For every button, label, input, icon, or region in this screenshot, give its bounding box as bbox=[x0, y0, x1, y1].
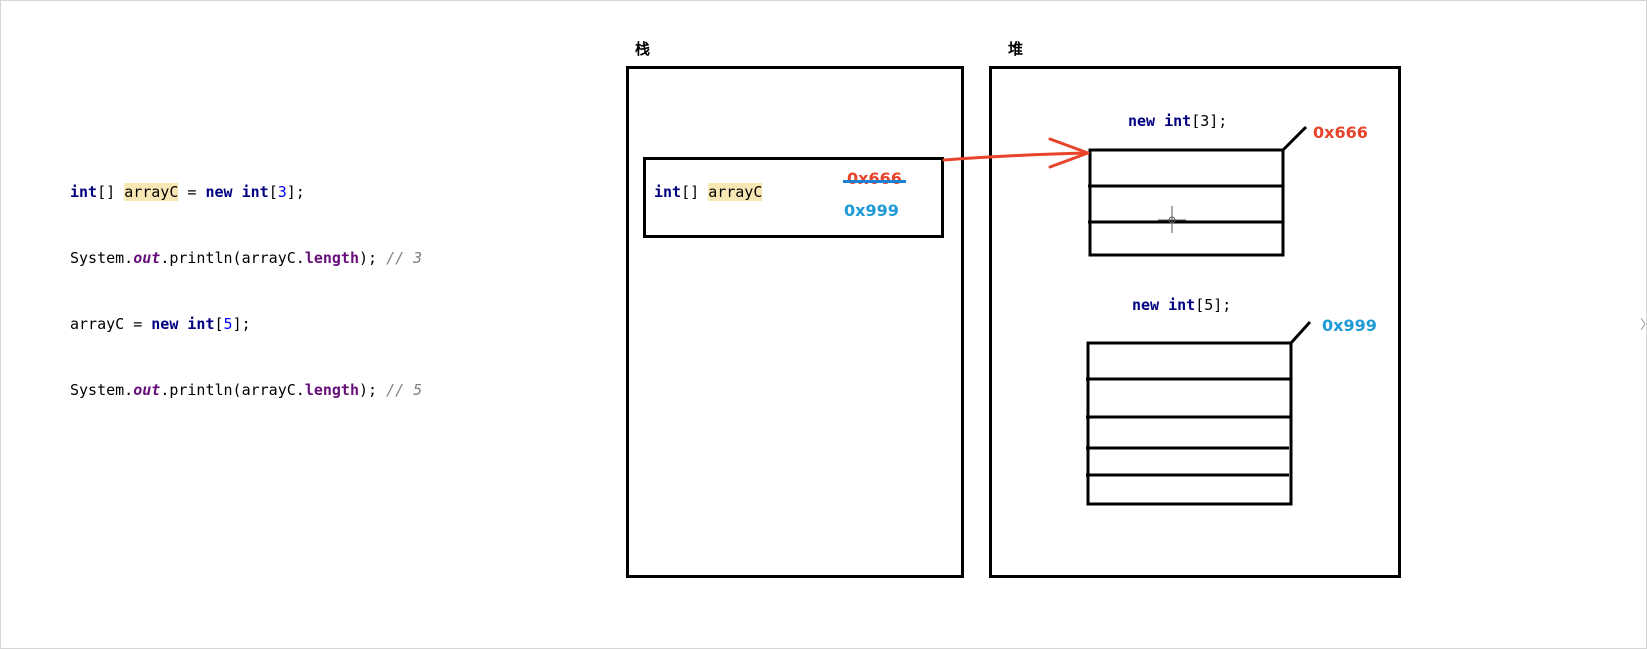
diagram-drawing bbox=[942, 125, 1646, 506]
array-1-address-leader bbox=[1281, 125, 1308, 152]
array-2-outline bbox=[1086, 341, 1293, 506]
array-1-outline bbox=[1088, 148, 1285, 257]
edge-marker-icon bbox=[1640, 317, 1646, 331]
array-1-cells bbox=[1088, 125, 1308, 257]
array-2-address-leader bbox=[1289, 320, 1312, 345]
crosshair-cursor-icon bbox=[1158, 206, 1186, 233]
arrow-shaft bbox=[942, 151, 1088, 162]
array-2-cells bbox=[1086, 320, 1312, 506]
reference-arrow bbox=[942, 137, 1090, 169]
